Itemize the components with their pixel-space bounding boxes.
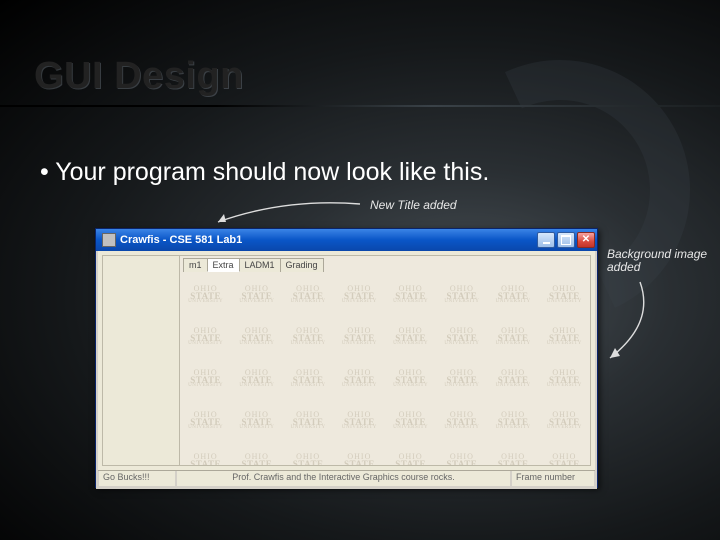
bg-logo-tile: OHIOSTATEUNIVERSITY [334,442,385,466]
tab-extra[interactable]: Extra [207,258,240,272]
bg-logo-tile: OHIOSTATEUNIVERSITY [231,274,282,316]
status-right: Frame number [511,471,595,487]
bg-logo-tile: OHIOSTATEUNIVERSITY [436,274,487,316]
bg-logo-tile: OHIOSTATEUNIVERSITY [436,358,487,400]
bg-logo-tile: OHIOSTATEUNIVERSITY [180,274,231,316]
bg-logo-tile: OHIOSTATEUNIVERSITY [334,400,385,442]
bg-logo-tile: OHIOSTATEUNIVERSITY [385,316,436,358]
minimize-button[interactable] [537,232,555,248]
bg-logo-tile: OHIOSTATEUNIVERSITY [385,358,436,400]
bg-logo-tile: OHIOSTATEUNIVERSITY [231,400,282,442]
bg-logo-tile: OHIOSTATEUNIVERSITY [180,316,231,358]
tab-m1[interactable]: m1 [183,258,208,272]
window-buttons: ✕ [537,232,595,248]
arrow-to-background [600,278,660,368]
bg-logo-tile: OHIOSTATEUNIVERSITY [334,274,385,316]
bg-logo-tile: OHIOSTATEUNIVERSITY [231,442,282,466]
bg-logo-tile: OHIOSTATEUNIVERSITY [283,316,334,358]
panel-tabs: m1 Extra LADM1 Grading [183,258,323,272]
bg-logo-tile: OHIOSTATEUNIVERSITY [180,442,231,466]
main-panel: m1 Extra LADM1 Grading OHIOSTATEUNIVERSI… [180,255,591,466]
bg-logo-tile: OHIOSTATEUNIVERSITY [436,442,487,466]
bg-logo-tile: OHIOSTATEUNIVERSITY [283,274,334,316]
status-left: Go Bucks!!! [98,471,176,487]
status-center: Prof. Crawfis and the Interactive Graphi… [176,471,511,487]
bg-logo-tile: OHIOSTATEUNIVERSITY [539,274,590,316]
background-image-tile: OHIOSTATEUNIVERSITYOHIOSTATEUNIVERSITYOH… [180,256,590,465]
bg-logo-tile: OHIOSTATEUNIVERSITY [488,400,539,442]
bg-logo-tile: OHIOSTATEUNIVERSITY [385,400,436,442]
bg-logo-tile: OHIOSTATEUNIVERSITY [283,400,334,442]
close-button[interactable]: ✕ [577,232,595,248]
status-bar: Go Bucks!!! Prof. Crawfis and the Intera… [98,470,595,487]
bg-logo-tile: OHIOSTATEUNIVERSITY [385,274,436,316]
bg-logo-tile: OHIOSTATEUNIVERSITY [539,400,590,442]
bg-logo-tile: OHIOSTATEUNIVERSITY [334,358,385,400]
bg-logo-tile: OHIOSTATEUNIVERSITY [488,358,539,400]
window-body: m1 Extra LADM1 Grading OHIOSTATEUNIVERSI… [96,251,597,489]
bg-logo-tile: OHIOSTATEUNIVERSITY [436,400,487,442]
bg-logo-tile: OHIOSTATEUNIVERSITY [488,316,539,358]
titlebar[interactable]: Crawfis - CSE 581 Lab1 ✕ [96,229,597,251]
bg-logo-tile: OHIOSTATEUNIVERSITY [539,316,590,358]
window-title: Crawfis - CSE 581 Lab1 [120,234,537,246]
annotation-new-title: New Title added [370,198,457,212]
app-icon [102,233,116,247]
annotation-background-image: Background image added [607,248,720,274]
bg-logo-tile: OHIOSTATEUNIVERSITY [436,316,487,358]
left-panel [102,255,180,466]
bg-logo-tile: OHIOSTATEUNIVERSITY [283,358,334,400]
slide-title: GUI Design [34,55,244,98]
bg-logo-tile: OHIOSTATEUNIVERSITY [180,358,231,400]
bg-logo-tile: OHIOSTATEUNIVERSITY [334,316,385,358]
tab-grading[interactable]: Grading [280,258,324,272]
app-window: Crawfis - CSE 581 Lab1 ✕ m1 Extra LADM1 … [95,228,598,488]
bg-logo-tile: OHIOSTATEUNIVERSITY [231,316,282,358]
title-underline [0,105,720,107]
bg-logo-tile: OHIOSTATEUNIVERSITY [539,442,590,466]
tab-ladm1[interactable]: LADM1 [239,258,281,272]
arrow-to-titlebar [210,200,365,228]
bg-logo-tile: OHIOSTATEUNIVERSITY [283,442,334,466]
maximize-button[interactable] [557,232,575,248]
bg-logo-tile: OHIOSTATEUNIVERSITY [488,274,539,316]
bg-logo-tile: OHIOSTATEUNIVERSITY [180,400,231,442]
bg-logo-tile: OHIOSTATEUNIVERSITY [539,358,590,400]
bg-logo-tile: OHIOSTATEUNIVERSITY [385,442,436,466]
bg-logo-tile: OHIOSTATEUNIVERSITY [231,358,282,400]
bg-logo-tile: OHIOSTATEUNIVERSITY [488,442,539,466]
bullet-text: • Your program should now look like this… [40,158,489,187]
